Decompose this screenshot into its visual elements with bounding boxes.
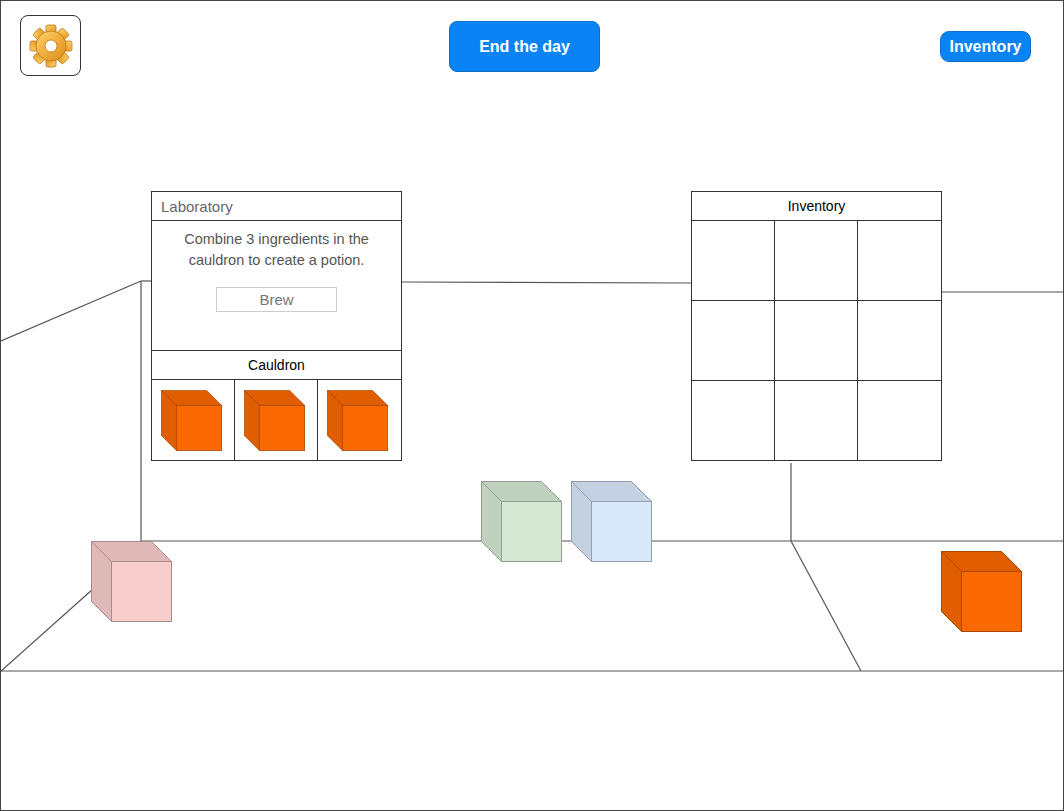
- laboratory-panel: Laboratory Combine 3 ingredients in the c…: [151, 191, 402, 461]
- game-screen: End the day Inventory Laboratory Combine 3 …: [0, 0, 1064, 811]
- brew-button[interactable]: Brew: [216, 287, 337, 312]
- inventory-slot[interactable]: [858, 221, 941, 301]
- floor-ingredient[interactable]: [481, 481, 562, 562]
- ingredient-cube[interactable]: [941, 551, 1022, 632]
- inventory-slot[interactable]: [775, 301, 858, 381]
- inventory-slot[interactable]: [692, 301, 775, 381]
- inventory-title: Inventory: [692, 192, 941, 221]
- top-bar: End the day Inventory: [1, 1, 1063, 76]
- ingredient-cube[interactable]: [327, 390, 388, 451]
- floor-ingredient[interactable]: [941, 551, 1022, 632]
- inventory-slot[interactable]: [775, 221, 858, 301]
- end-day-button[interactable]: End the day: [449, 21, 600, 72]
- cauldron-slot[interactable]: [152, 380, 235, 460]
- ingredient-cube[interactable]: [481, 481, 562, 562]
- inventory-panel: Inventory: [691, 191, 942, 461]
- cauldron-title: Cauldron: [152, 351, 401, 380]
- inventory-slot[interactable]: [692, 381, 775, 460]
- inventory-slot[interactable]: [692, 221, 775, 301]
- floor-ingredient[interactable]: [91, 541, 172, 622]
- ingredient-cube[interactable]: [244, 390, 305, 451]
- gear-icon: [28, 23, 74, 69]
- ingredient-cube[interactable]: [91, 541, 172, 622]
- laboratory-body: Combine 3 ingredients in the cauldron to…: [152, 221, 401, 351]
- cauldron-slot[interactable]: [318, 380, 401, 460]
- inventory-grid: [692, 221, 941, 460]
- floor-ingredient[interactable]: [571, 481, 652, 562]
- laboratory-title: Laboratory: [152, 192, 401, 221]
- ingredient-cube[interactable]: [161, 390, 222, 451]
- inventory-button[interactable]: Inventory: [940, 31, 1031, 62]
- inventory-slot[interactable]: [775, 381, 858, 460]
- ingredient-cube[interactable]: [571, 481, 652, 562]
- cauldron-slots: [152, 380, 401, 460]
- cauldron-slot[interactable]: [235, 380, 318, 460]
- laboratory-description: Combine 3 ingredients in the cauldron to…: [166, 229, 387, 271]
- settings-button[interactable]: [20, 15, 81, 76]
- inventory-slot[interactable]: [858, 301, 941, 381]
- inventory-slot[interactable]: [858, 381, 941, 460]
